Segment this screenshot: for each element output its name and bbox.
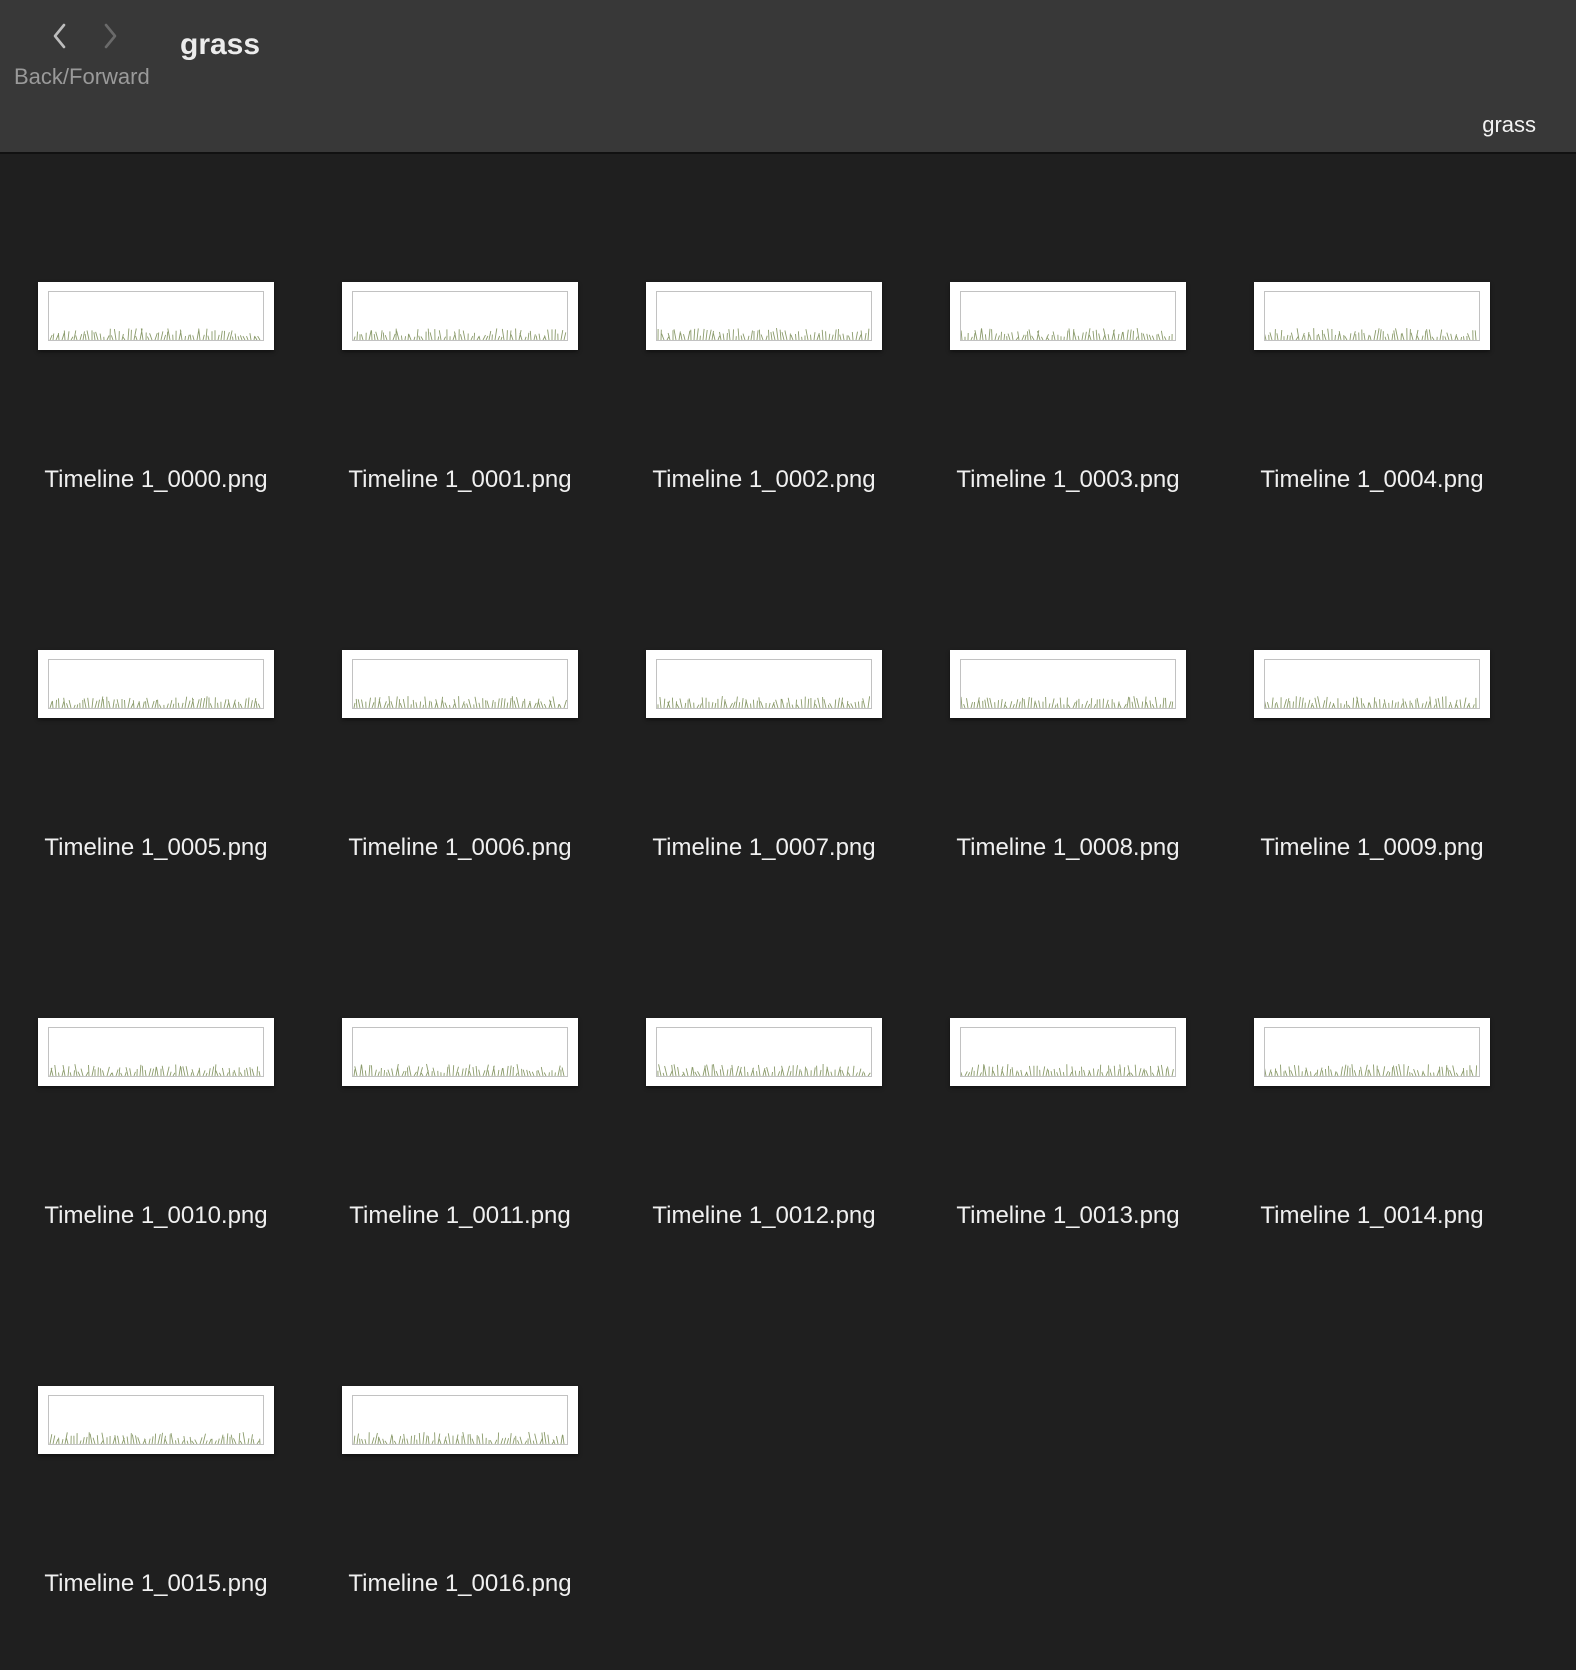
file-thumbnail[interactable] [646,1018,882,1086]
grass-preview-image [49,328,261,340]
grass-preview-image [353,1431,565,1444]
file-item[interactable]: Timeline 1_0013.png [867,892,1186,1260]
thumbnail-frame [1264,659,1480,709]
thumbnail-frame [1264,291,1480,341]
chevron-left-icon [53,23,66,49]
grass-preview-image [353,696,567,708]
grass-blades [1265,328,1477,340]
grass-preview-image [657,328,870,340]
grass-blades [49,1432,261,1444]
thumbnail-frame [656,659,872,709]
grass-blades [353,1431,565,1444]
toolbar: Back/Forward grass grass [0,0,1576,154]
grass-blades [353,1063,565,1076]
grass-preview-image [49,1432,261,1444]
grass-blades [961,1064,1174,1076]
file-item[interactable]: Timeline 1_0005.png [0,524,274,892]
thumbnail-frame [48,1027,264,1077]
file-thumbnail[interactable] [38,1018,274,1086]
thumbnail-frame [352,659,568,709]
file-item[interactable]: Timeline 1_0015.png [0,1260,274,1628]
grass-blades [1265,696,1477,708]
file-name-label: Timeline 1_0014.png [1260,1202,1484,1229]
grass-blades [49,328,261,340]
file-item[interactable]: Timeline 1_0008.png [867,524,1186,892]
grass-preview-image [49,696,261,708]
grass-preview-image [1265,696,1477,708]
file-item[interactable]: Timeline 1_0010.png [0,892,274,1260]
thumbnail-frame [352,1027,568,1077]
thumbnail-frame [656,291,872,341]
file-item[interactable]: Timeline 1_0001.png [259,156,578,524]
thumbnail-frame [48,291,264,341]
file-thumbnail[interactable] [1254,1018,1490,1086]
grass-preview-image [1265,328,1477,340]
file-name-label: Timeline 1_0004.png [1260,466,1484,493]
file-item[interactable]: Timeline 1_0014.png [1171,892,1490,1260]
grass-blades [353,328,567,340]
chevron-right-icon [104,23,117,49]
file-item[interactable]: Timeline 1_0009.png [1171,524,1490,892]
thumbnail-frame [960,291,1176,341]
thumbnail-frame [48,659,264,709]
file-name-label: Timeline 1_0016.png [348,1570,572,1597]
file-thumbnail[interactable] [38,282,274,350]
grass-preview-image [353,1063,565,1076]
file-thumbnail[interactable] [342,282,578,350]
file-thumbnail[interactable] [38,1386,274,1454]
thumbnail-frame [656,1027,872,1077]
file-thumbnail[interactable] [38,650,274,718]
grass-blades [353,696,567,708]
file-grid: Timeline 1_0000.png Timeline 1_0001.png Ti… [0,156,1576,1670]
grass-preview-image [49,1064,261,1076]
file-thumbnail[interactable] [950,282,1186,350]
thumbnail-frame [960,1027,1176,1077]
thumbnail-frame [1264,1027,1480,1077]
file-name-label: Timeline 1_0009.png [1260,834,1484,861]
file-item[interactable]: Timeline 1_0007.png [563,524,882,892]
grass-preview-image [961,1064,1174,1076]
thumbnail-frame [352,1395,568,1445]
grass-preview-image [353,328,567,340]
grass-preview-image [657,696,871,708]
grass-preview-image [961,328,1173,340]
thumbnail-frame [960,659,1176,709]
file-item[interactable]: Timeline 1_0011.png [259,892,578,1260]
back-button[interactable] [40,16,80,56]
window-title: grass [180,28,261,61]
grass-blades [657,328,870,340]
grass-preview-image [1265,1064,1478,1076]
grass-blades [657,1063,871,1076]
file-thumbnail[interactable] [950,650,1186,718]
path-bar-item[interactable]: grass [1482,112,1536,138]
file-thumbnail[interactable] [646,650,882,718]
file-item[interactable]: Timeline 1_0016.png [259,1260,578,1628]
grass-blades [1265,1064,1478,1076]
grass-blades [49,696,261,708]
grass-blades [961,328,1173,340]
grass-blades [657,696,871,708]
file-item[interactable]: Timeline 1_0004.png [1171,156,1490,524]
file-thumbnail[interactable] [342,1018,578,1086]
forward-button[interactable] [90,16,130,56]
grass-preview-image [657,1063,871,1076]
file-item[interactable]: Timeline 1_0002.png [563,156,882,524]
file-item[interactable]: Timeline 1_0000.png [0,156,274,524]
file-thumbnail[interactable] [342,650,578,718]
file-thumbnail[interactable] [646,282,882,350]
file-thumbnail[interactable] [1254,650,1490,718]
back-forward-buttons [40,16,140,56]
grass-preview-image [961,696,1174,708]
file-item[interactable]: Timeline 1_0006.png [259,524,578,892]
file-item[interactable]: Timeline 1_0003.png [867,156,1186,524]
thumbnail-frame [48,1395,264,1445]
file-item[interactable]: Timeline 1_0012.png [563,892,882,1260]
thumbnail-frame [352,291,568,341]
grass-blades [961,696,1174,708]
file-thumbnail[interactable] [1254,282,1490,350]
file-thumbnail[interactable] [950,1018,1186,1086]
file-thumbnail[interactable] [342,1386,578,1454]
back-forward-caption: Back/Forward [14,64,150,89]
grass-blades [49,1064,261,1076]
